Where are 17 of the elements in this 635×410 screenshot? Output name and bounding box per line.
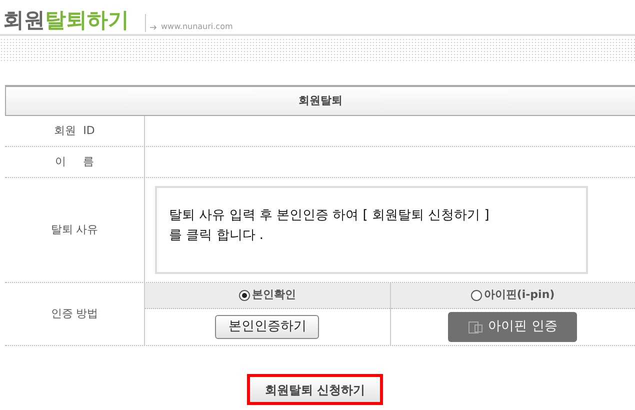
page-title: 회원탈퇴하기 <box>3 7 129 34</box>
card-icon <box>468 320 484 334</box>
verify-button[interactable]: 본인인증하기 <box>215 315 320 339</box>
radio-button[interactable] <box>238 290 250 301</box>
site-url: www.nunauri.com <box>161 22 233 32</box>
radio-button[interactable] <box>470 290 482 301</box>
withdraw-request-button[interactable]: 회원탈퇴 신청하기 <box>247 374 383 405</box>
radio-label: 아이핀(i-pin) <box>484 287 555 304</box>
table-header: 회원탈퇴 <box>5 86 635 116</box>
ipin-button[interactable]: 아이핀 인증 <box>448 312 578 342</box>
reason-textarea[interactable]: 탈퇴 사유 입력 후 본인인증 하여 [ 회원탈퇴 신청하기 ] 를 클릭 합니다 . <box>155 186 588 274</box>
row-label: 회원 ID <box>54 122 95 139</box>
arrow-icon <box>150 25 157 30</box>
row-label: 인증 방법 <box>50 306 98 322</box>
radio-label: 본인확인 <box>252 287 296 304</box>
row-label: 이 름 <box>54 154 94 170</box>
row-label: 탈퇴 사유 <box>50 222 98 238</box>
